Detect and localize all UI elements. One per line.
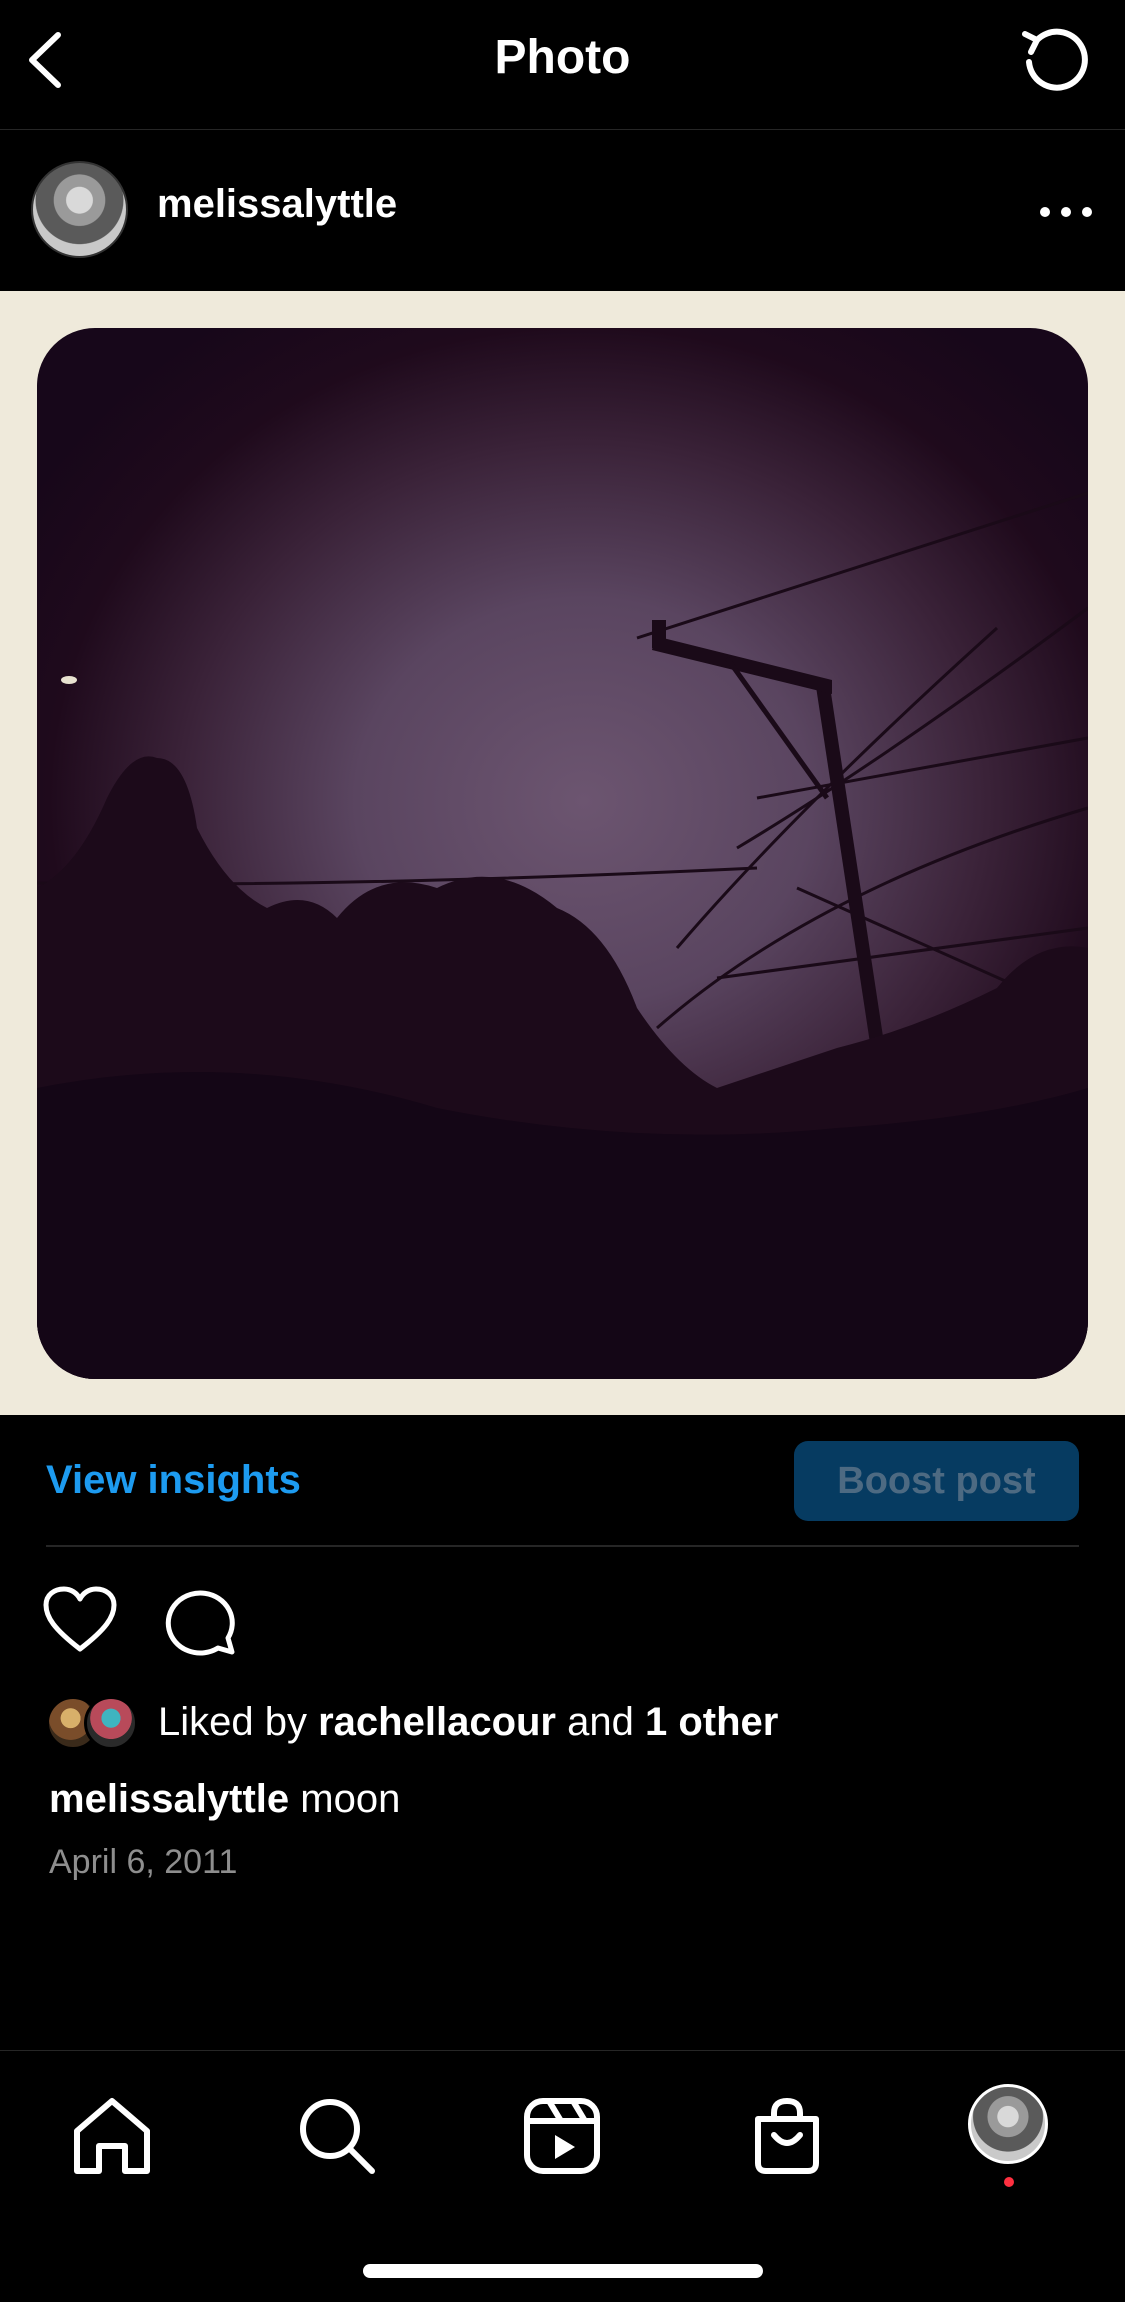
liked-by-row[interactable]: Liked by rachellacour and 1 other bbox=[46, 1692, 1096, 1752]
post-caption: melissalyttle moon bbox=[49, 1777, 400, 1822]
tab-profile-avatar[interactable] bbox=[968, 2084, 1048, 2164]
avatar[interactable] bbox=[31, 161, 128, 258]
caption-text: moon bbox=[300, 1777, 401, 1821]
more-options-button[interactable] bbox=[1031, 192, 1101, 232]
boost-post-button[interactable]: Boost post bbox=[794, 1441, 1079, 1521]
tab-search[interactable] bbox=[292, 2091, 382, 2181]
page-title: Photo bbox=[494, 31, 631, 84]
heart-icon bbox=[43, 1586, 117, 1652]
liker-avatar bbox=[84, 1696, 138, 1750]
view-insights-link[interactable]: View insights bbox=[46, 1458, 301, 1503]
reels-icon bbox=[524, 2098, 600, 2174]
tab-home[interactable] bbox=[67, 2091, 157, 2181]
liked-by-and: and bbox=[556, 1700, 645, 1744]
caption-username[interactable]: melissalyttle bbox=[49, 1777, 289, 1821]
liker-username[interactable]: rachellacour bbox=[318, 1700, 556, 1744]
tab-shop[interactable] bbox=[742, 2091, 832, 2181]
post-header: melissalyttle bbox=[0, 130, 1125, 290]
other-likes-link[interactable]: 1 other bbox=[645, 1700, 778, 1744]
refresh-button[interactable] bbox=[1015, 22, 1095, 102]
comment-button[interactable] bbox=[160, 1582, 240, 1657]
home-indicator[interactable] bbox=[363, 2264, 763, 2278]
post-username[interactable]: melissalyttle bbox=[157, 182, 397, 227]
more-icon bbox=[1040, 207, 1092, 217]
top-nav-bar: Photo bbox=[0, 0, 1125, 130]
divider bbox=[46, 1545, 1079, 1547]
liked-by-prefix: Liked by bbox=[158, 1700, 319, 1744]
like-button[interactable] bbox=[40, 1585, 120, 1655]
tab-reels[interactable] bbox=[517, 2091, 607, 2181]
liked-by-text: Liked by rachellacour and 1 other bbox=[158, 1700, 778, 1745]
photo-scene bbox=[37, 491, 1088, 1379]
post-photo[interactable] bbox=[37, 328, 1088, 1379]
insights-row: View insights Boost post bbox=[0, 1416, 1125, 1546]
home-icon bbox=[74, 2098, 150, 2174]
notification-dot bbox=[1004, 2177, 1014, 2187]
comment-icon bbox=[165, 1590, 235, 1656]
refresh-icon bbox=[1022, 28, 1088, 91]
post-photo-frame bbox=[0, 291, 1125, 1415]
shop-icon bbox=[755, 2097, 819, 2174]
search-icon bbox=[300, 2099, 375, 2174]
post-date: April 6, 2011 bbox=[49, 1843, 238, 1881]
